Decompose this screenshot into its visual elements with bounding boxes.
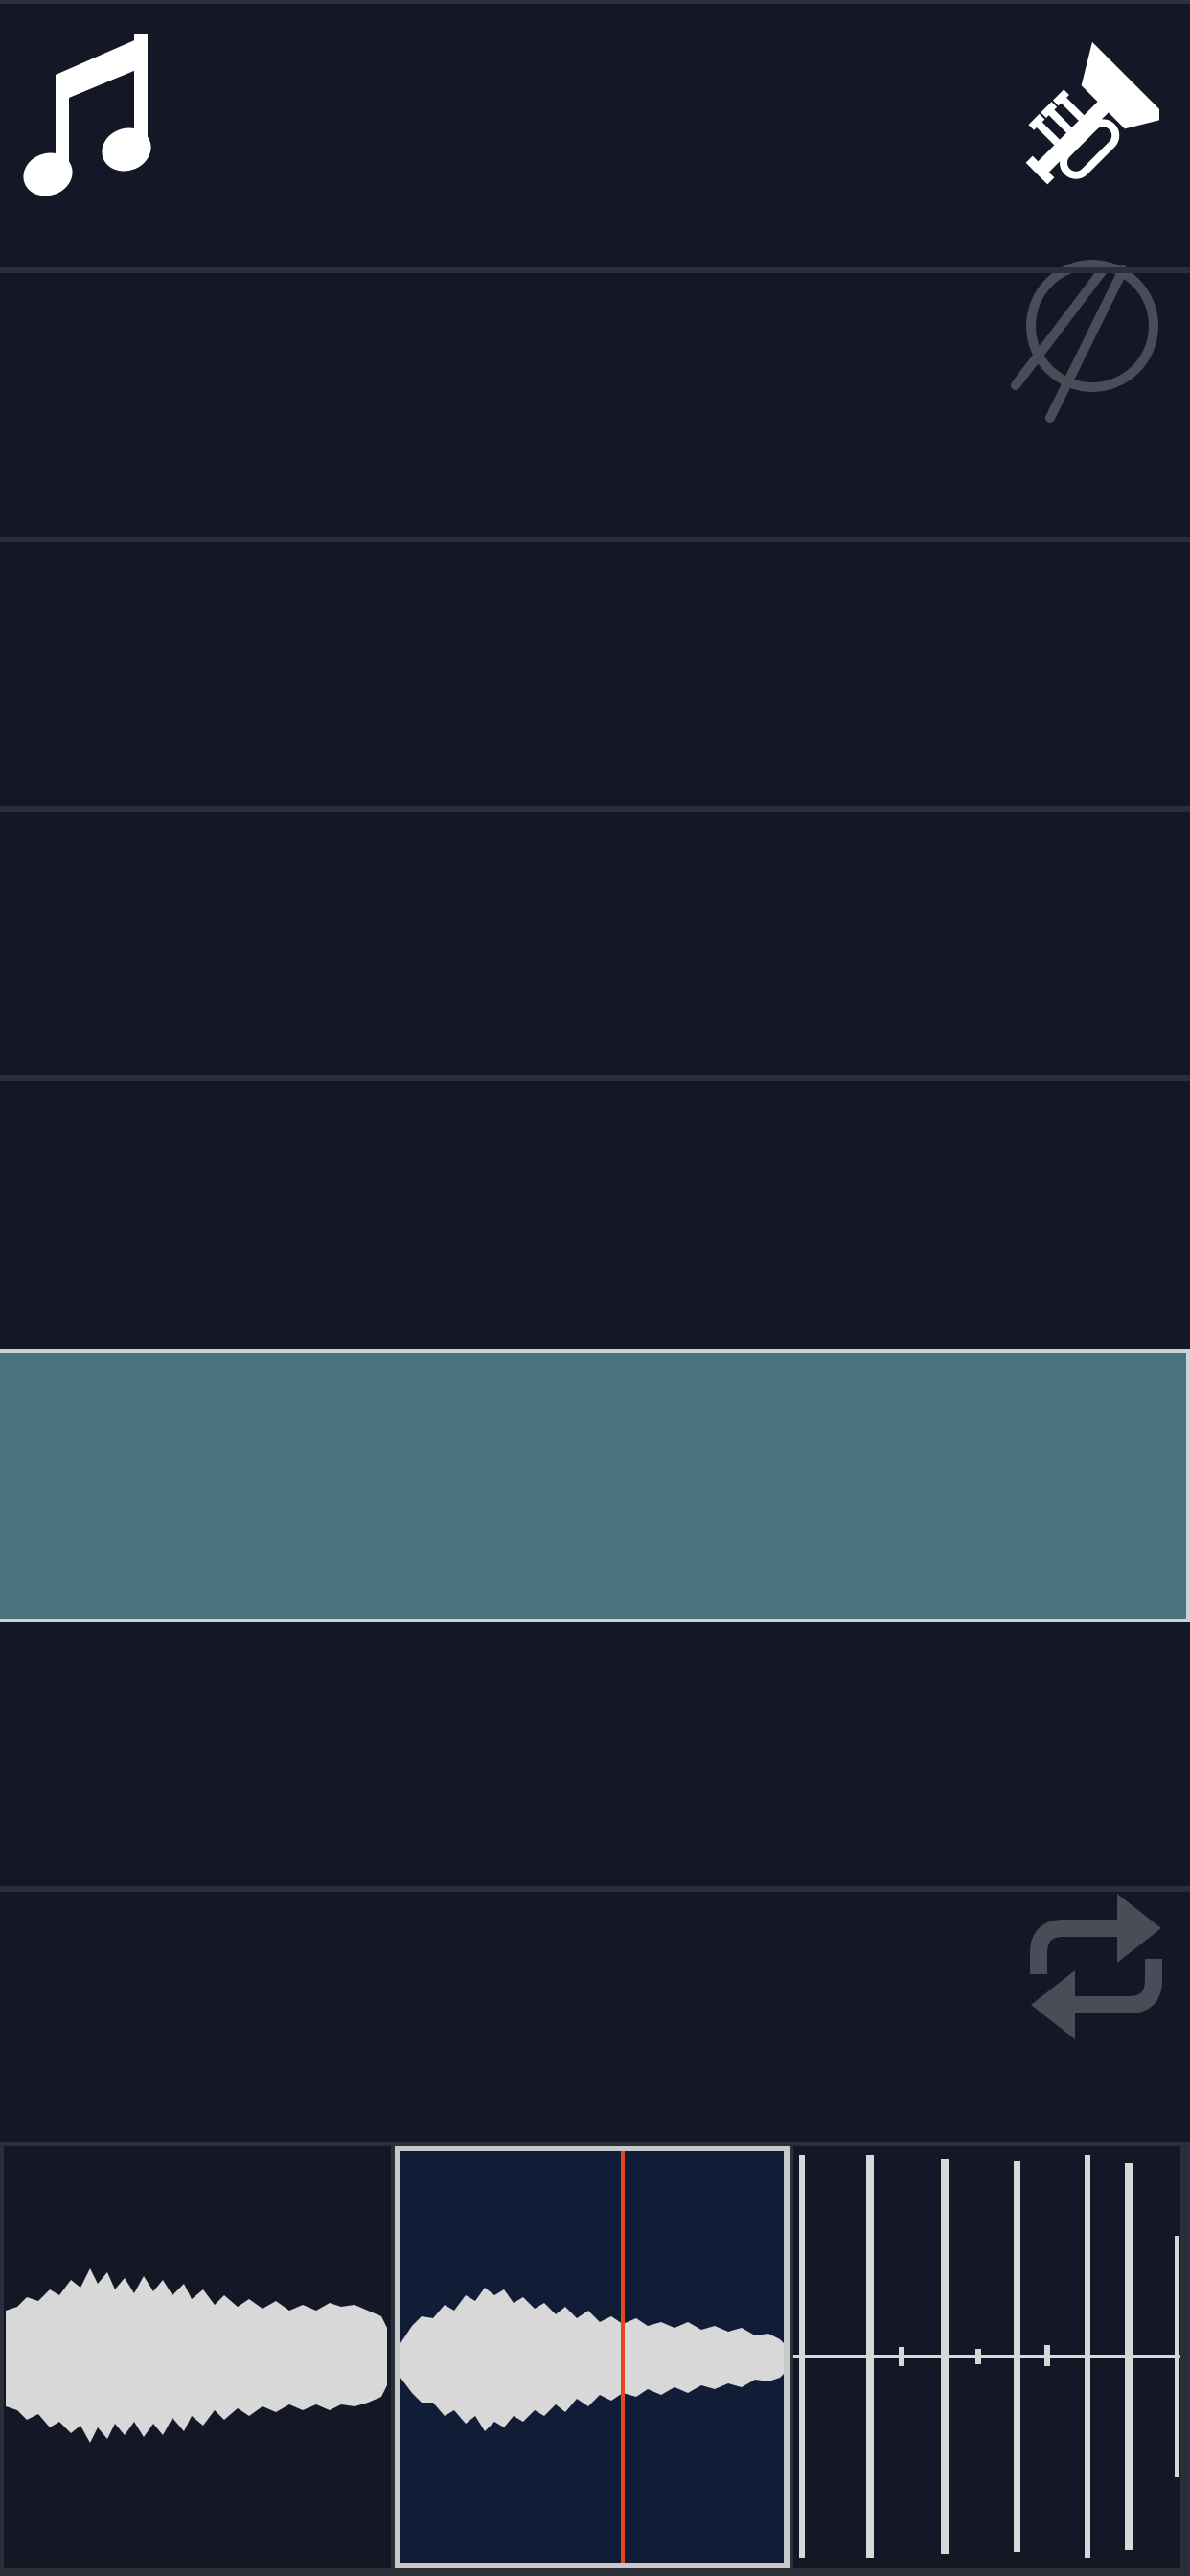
track-lane[interactable]	[0, 1892, 1190, 2142]
track-lane[interactable]	[0, 273, 1190, 542]
active-clip-thumbnail[interactable]	[395, 2146, 790, 2568]
track-lane[interactable]	[0, 4, 1190, 273]
clip-thumbnail[interactable]	[793, 2146, 1180, 2568]
waveform	[793, 2155, 1180, 2558]
selected-track-lane[interactable]	[0, 1349, 1190, 1622]
playhead-marker[interactable]	[621, 2151, 625, 2563]
clip-thumbnail[interactable]	[4, 2146, 391, 2568]
track-lane[interactable]	[0, 1622, 1190, 1892]
track-lanes	[0, 4, 1190, 2142]
track-lane[interactable]	[0, 1081, 1190, 1351]
track-lane[interactable]	[0, 542, 1190, 812]
track-lane[interactable]	[0, 812, 1190, 1081]
loop-icon[interactable]	[1019, 1886, 1173, 2047]
clip-strip	[0, 2142, 1190, 2576]
waveform	[6, 2268, 387, 2443]
waveform	[400, 2151, 784, 2563]
